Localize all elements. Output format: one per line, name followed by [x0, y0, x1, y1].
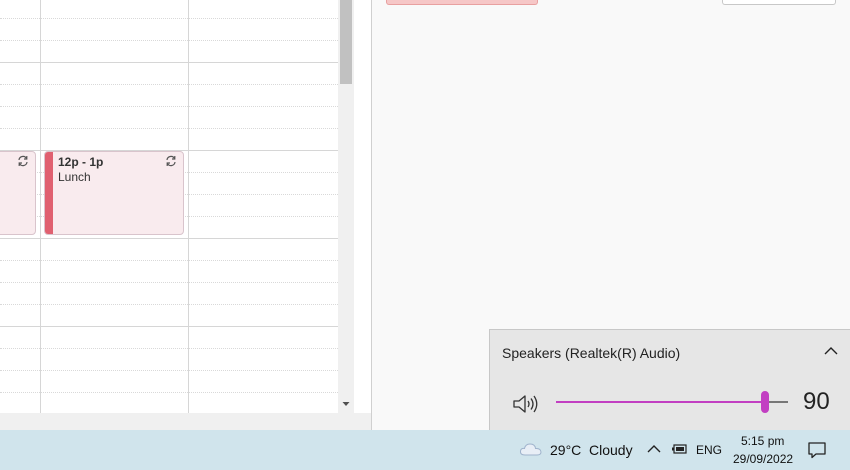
scrollbar-thumb[interactable] [340, 0, 352, 84]
event-color-bar [45, 152, 53, 234]
grid-line [0, 106, 338, 107]
taskbar: 29°C Cloudy ENG 5:15 pm 29/09/2022 [0, 430, 850, 470]
grid-line [0, 84, 338, 85]
grid-line [0, 392, 338, 393]
audio-device-name[interactable]: Speakers (Realtek(R) Audio) [502, 345, 680, 361]
grid-line [0, 18, 338, 19]
input-language[interactable]: ENG [696, 443, 722, 457]
volume-slider-fill [556, 401, 765, 403]
volume-flyout: Speakers (Realtek(R) Audio) 90 [489, 329, 850, 430]
weather-temperature[interactable]: 29°C [550, 442, 581, 458]
event-title: Lunch [58, 170, 91, 184]
grid-line [0, 348, 338, 349]
grid-line [0, 128, 338, 129]
grid-line [0, 238, 338, 239]
horizontal-scroll-area [0, 413, 371, 430]
clock-time[interactable]: 5:15 pm [741, 434, 784, 448]
notification-icon[interactable] [807, 441, 827, 459]
grid-line [0, 370, 338, 371]
recurring-icon [18, 155, 28, 167]
clock-date[interactable]: 29/09/2022 [733, 452, 793, 466]
column-divider [40, 0, 41, 413]
calendar-grid[interactable]: 12p - 1p Lunch [0, 0, 338, 413]
calendar-event[interactable] [0, 151, 36, 235]
column-divider [188, 0, 189, 413]
calendar-event-lunch[interactable]: 12p - 1p Lunch [44, 151, 184, 235]
grid-line [0, 40, 338, 41]
battery-icon[interactable] [670, 442, 688, 456]
speaker-icon[interactable] [512, 393, 540, 415]
chevron-up-icon[interactable] [824, 346, 838, 356]
volume-slider-thumb[interactable] [760, 391, 769, 413]
grid-line [0, 260, 338, 261]
show-hidden-icons-caret-icon[interactable] [647, 444, 661, 454]
secondary-button[interactable] [722, 0, 836, 5]
volume-value: 90 [803, 388, 830, 415]
grid-line [0, 282, 338, 283]
grid-line [0, 304, 338, 305]
pane-gap [354, 0, 371, 413]
delete-button[interactable] [386, 0, 538, 5]
event-time: 12p - 1p [58, 155, 104, 169]
grid-line [0, 326, 338, 327]
weather-condition[interactable]: Cloudy [589, 442, 633, 458]
recurring-icon [166, 155, 176, 167]
scroll-down-arrow-icon[interactable] [338, 396, 354, 412]
cloud-icon[interactable] [519, 440, 543, 458]
grid-line [0, 62, 338, 63]
